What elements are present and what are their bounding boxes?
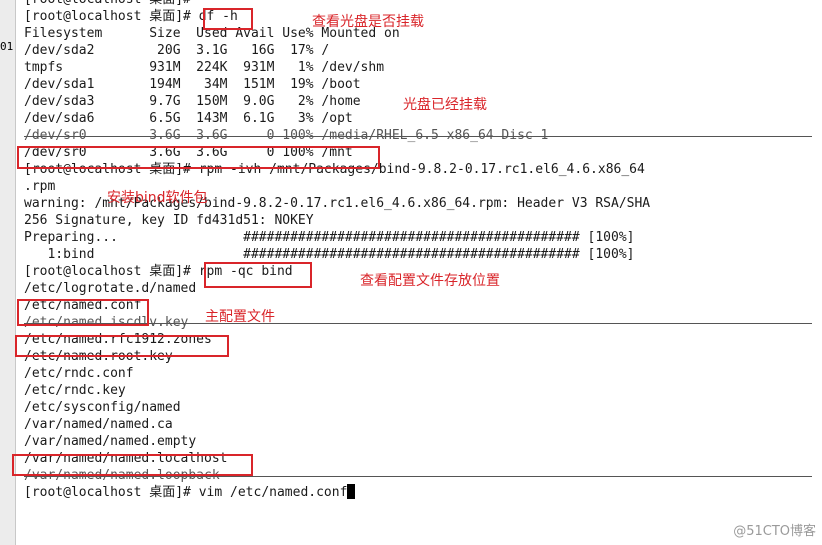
terminal-line: /var/named/named.empty xyxy=(24,434,197,449)
prompt-command: [root@localhost 桌面]# vim /etc/named.conf xyxy=(24,485,348,500)
watermark: @51CTO博客 xyxy=(733,524,816,539)
annotation-main-config: 主配置文件 xyxy=(205,309,275,325)
terminal-prompt-line[interactable]: [root@localhost 桌面]# vim /etc/named.conf xyxy=(24,484,812,501)
highlight-named-localhost xyxy=(12,454,253,476)
terminal-line: /dev/sda1 194M 34M 151M 19% /boot xyxy=(24,77,361,92)
terminal-output[interactable]: [root@localhost 桌面]# [root@localhost 桌面]… xyxy=(24,0,812,501)
highlight-named-conf xyxy=(17,299,149,326)
annotation-install-bind: 安装bind软件包 xyxy=(107,190,208,206)
annotation-mounted: 光盘已经挂载 xyxy=(403,97,487,113)
terminal-line: /etc/rndc.key xyxy=(24,383,126,398)
terminal-line: tmpfs 931M 224K 931M 1% /dev/shm xyxy=(24,60,385,75)
terminal-line: /var/named/named.ca xyxy=(24,417,173,432)
terminal-line: 1:bind #################################… xyxy=(24,247,635,262)
terminal-line-struck: /dev/sr0 3.6G 3.6G 0 100% /media/RHEL_6.… xyxy=(24,127,812,144)
annotation-check-config: 查看配置文件存放位置 xyxy=(360,273,500,289)
highlight-sr0-mnt xyxy=(17,146,380,169)
gutter-text: 01 xyxy=(0,40,14,53)
terminal-line: [root@localhost 桌面]# xyxy=(24,0,812,8)
text-cursor xyxy=(347,484,356,499)
terminal-line: /dev/sda2 20G 3.1G 16G 17% / xyxy=(24,43,330,58)
annotation-check-mount: 查看光盘是否挂载 xyxy=(312,14,424,30)
terminal-line: /etc/rndc.conf xyxy=(24,366,134,381)
strike-mark xyxy=(24,136,812,137)
highlight-rfc1912-zones xyxy=(15,335,229,357)
terminal-line: Preparing... ###########################… xyxy=(24,230,635,245)
highlight-df-command xyxy=(203,8,253,30)
strike-mark xyxy=(24,476,812,477)
terminal-line: 256 Signature, key ID fd431d51: NOKEY xyxy=(24,213,314,228)
terminal-line: /etc/sysconfig/named xyxy=(24,400,181,415)
highlight-rpm-qc-command xyxy=(204,262,312,288)
